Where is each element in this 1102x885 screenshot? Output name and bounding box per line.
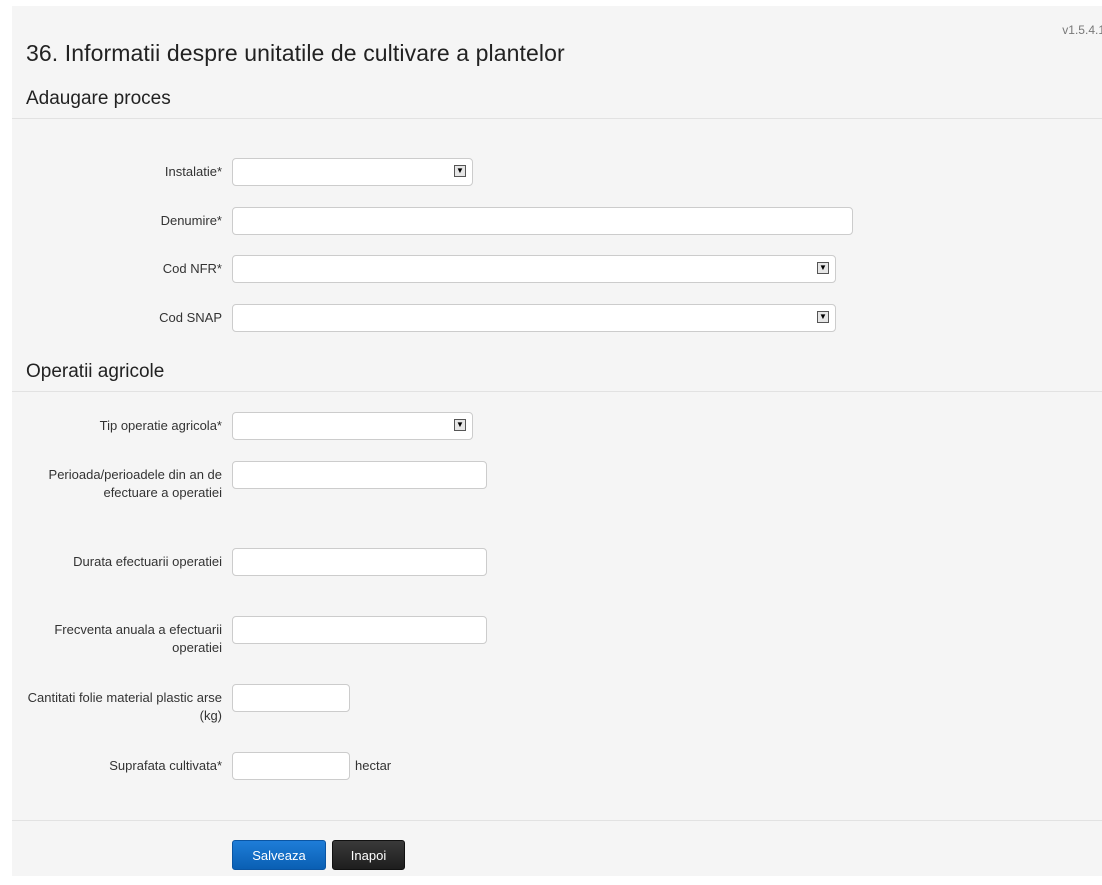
suprafata-input[interactable] bbox=[232, 752, 350, 780]
suprafata-unit: hectar bbox=[355, 758, 392, 773]
cod-snap-label: Cod SNAP bbox=[159, 310, 222, 325]
dropdown-arrow-icon: ▼ bbox=[454, 165, 466, 177]
section-title-adaugare-proces: Adaugare proces bbox=[26, 88, 171, 109]
tip-operatie-label: Tip operatie agricola* bbox=[99, 418, 222, 433]
tip-operatie-select[interactable]: ▼ bbox=[232, 412, 473, 440]
version-label: v1.5.4.1 bbox=[1062, 23, 1102, 37]
cod-nfr-select[interactable]: ▼ bbox=[232, 255, 836, 283]
cantitati-input[interactable] bbox=[232, 684, 350, 712]
perioada-label: Perioada/perioadele din an de efectuare … bbox=[48, 467, 222, 500]
page-container: v1.5.4.1 36. Informatii despre unitatile… bbox=[12, 6, 1102, 876]
page-title: 36. Informatii despre unitatile de culti… bbox=[26, 40, 565, 66]
durata-label: Durata efectuarii operatiei bbox=[73, 554, 222, 569]
cantitati-label: Cantitati folie material plastic arse (k… bbox=[27, 690, 222, 723]
denumire-label: Denumire* bbox=[160, 213, 222, 228]
section-divider bbox=[12, 391, 1102, 392]
form-actions-divider bbox=[12, 820, 1102, 821]
dropdown-arrow-icon: ▼ bbox=[817, 311, 829, 323]
back-button[interactable]: Inapoi bbox=[332, 840, 405, 870]
instalatie-label: Instalatie* bbox=[164, 164, 222, 179]
suprafata-label: Suprafata cultivata* bbox=[109, 758, 222, 773]
denumire-input[interactable] bbox=[232, 207, 853, 235]
instalatie-select[interactable]: ▼ bbox=[232, 158, 473, 186]
section-divider bbox=[12, 118, 1102, 119]
save-button[interactable]: Salveaza bbox=[232, 840, 326, 870]
dropdown-arrow-icon: ▼ bbox=[817, 262, 829, 274]
cod-snap-select[interactable]: ▼ bbox=[232, 304, 836, 332]
perioada-input[interactable] bbox=[232, 461, 487, 489]
frecventa-label: Frecventa anuala a efectuarii operatiei bbox=[54, 622, 222, 655]
durata-input[interactable] bbox=[232, 548, 487, 576]
section-title-operatii-agricole: Operatii agricole bbox=[26, 361, 165, 382]
cod-nfr-label: Cod NFR* bbox=[162, 261, 222, 276]
dropdown-arrow-icon: ▼ bbox=[454, 419, 466, 431]
frecventa-input[interactable] bbox=[232, 616, 487, 644]
